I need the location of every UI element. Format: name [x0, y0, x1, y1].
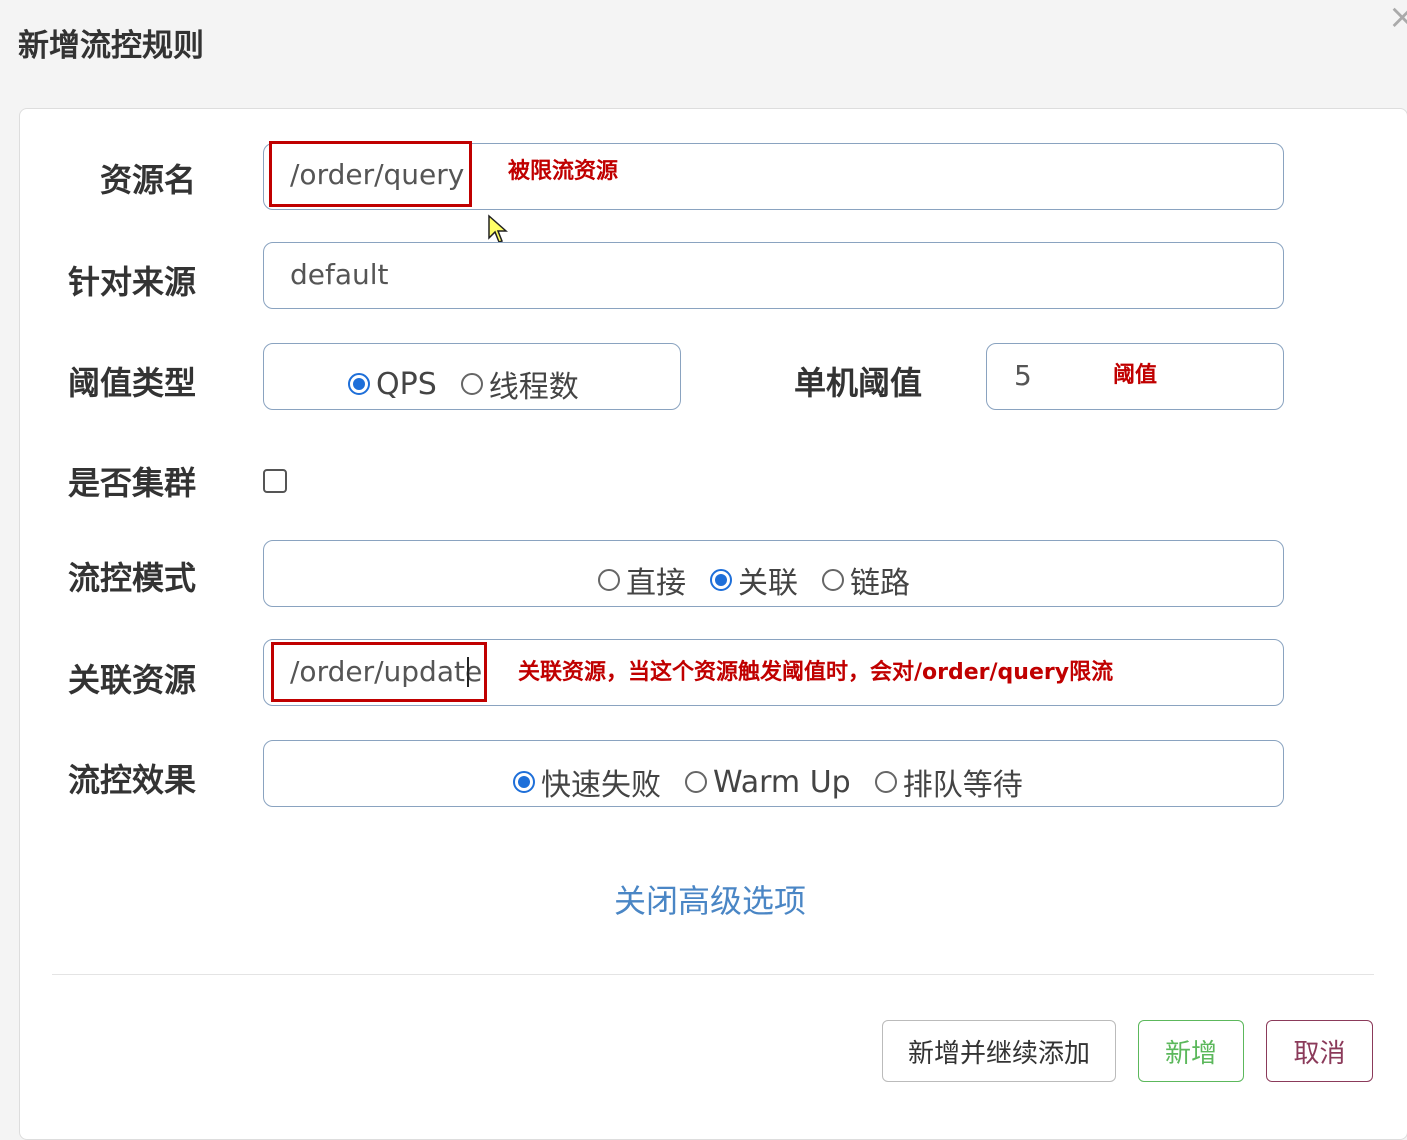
- dialog-title: 新增流控规则: [18, 28, 204, 64]
- threshold-type-threads[interactable]: 线程数: [460, 362, 579, 406]
- effect-label: 流控效果: [67, 761, 196, 799]
- text-caret: [467, 657, 469, 687]
- toggle-advanced-link[interactable]: 关闭高级选项: [614, 876, 806, 922]
- effect-queue[interactable]: 排队等待: [874, 760, 1023, 804]
- add-and-continue-button[interactable]: 新增并继续添加: [882, 1020, 1116, 1082]
- add-button[interactable]: 新增: [1138, 1020, 1244, 1082]
- cancel-button[interactable]: 取消: [1266, 1020, 1373, 1082]
- radio-checked-icon: [348, 373, 370, 395]
- radio-unchecked-icon: [874, 771, 897, 793]
- related-resource-value: /order/update: [290, 655, 483, 688]
- cluster-label: 是否集群: [67, 464, 196, 502]
- threshold-type-options: QPS 线程数: [348, 362, 603, 406]
- radio-unchecked-icon: [685, 771, 707, 793]
- threshold-type-qps[interactable]: QPS: [348, 367, 437, 402]
- threshold-type-threads-label: 线程数: [488, 370, 579, 405]
- threshold-type-qps-label: QPS: [376, 366, 437, 402]
- origin-input[interactable]: [263, 242, 1284, 309]
- radio-unchecked-icon: [598, 569, 620, 591]
- resource-annotation: 被限流资源: [508, 159, 619, 184]
- radio-unchecked-icon: [460, 373, 483, 395]
- resource-label: 资源名: [99, 161, 196, 199]
- effect-warm-up-label: Warm Up: [713, 764, 851, 800]
- mode-chain-label: 链路: [850, 566, 910, 601]
- effect-options: 快速失败 Warm Up 排队等待: [513, 760, 1047, 804]
- mode-related[interactable]: 关联: [710, 558, 798, 602]
- radio-checked-icon: [513, 771, 535, 793]
- mode-chain[interactable]: 链路: [822, 558, 910, 602]
- origin-value: default: [290, 258, 389, 291]
- single-threshold-label: 单机阈值: [793, 364, 922, 402]
- footer-divider: [52, 974, 1374, 975]
- radio-unchecked-icon: [822, 569, 844, 591]
- mode-direct[interactable]: 直接: [598, 558, 686, 602]
- mode-related-label: 关联: [738, 566, 798, 601]
- effect-queue-label: 排队等待: [902, 768, 1023, 803]
- resource-value: /order/query: [290, 158, 465, 191]
- close-icon[interactable]: ×: [1388, 0, 1407, 34]
- single-threshold-value: 5: [1014, 359, 1032, 392]
- related-resource-annotation: 关联资源，当这个资源触发阈值时，会对/order/query限流: [518, 660, 1114, 685]
- mode-label: 流控模式: [67, 559, 196, 597]
- radio-checked-icon: [710, 569, 732, 591]
- origin-label: 针对来源: [67, 263, 196, 301]
- effect-fast-fail-label: 快速失败: [541, 768, 661, 803]
- mode-direct-label: 直接: [626, 566, 686, 601]
- cluster-checkbox[interactable]: [263, 469, 287, 493]
- related-resource-label: 关联资源: [67, 661, 196, 699]
- mode-options: 直接 关联 链路: [598, 558, 934, 602]
- single-threshold-annotation: 阈值: [1113, 363, 1158, 388]
- threshold-type-label: 阈值类型: [67, 364, 196, 402]
- effect-fast-fail[interactable]: 快速失败: [513, 760, 661, 804]
- effect-warm-up[interactable]: Warm Up: [685, 765, 851, 800]
